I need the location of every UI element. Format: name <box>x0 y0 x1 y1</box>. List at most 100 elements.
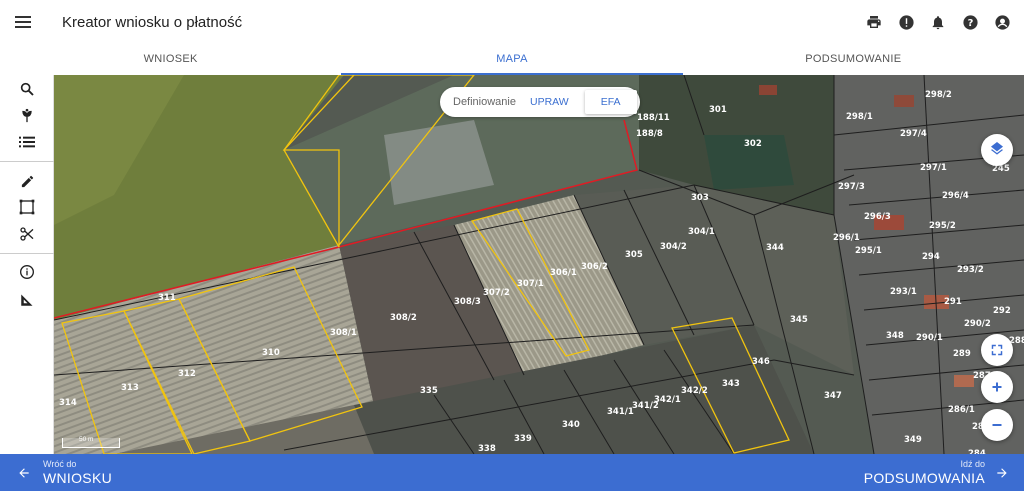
prev-step-button[interactable]: Wróć do WNIOSKU <box>0 454 112 491</box>
list-icon <box>19 136 35 148</box>
parcel-label-295-1: 295/1 <box>855 246 882 256</box>
layers-icon <box>991 142 1003 155</box>
parcel-label-310: 310 <box>262 348 280 358</box>
cut-tool[interactable] <box>13 222 41 246</box>
parcel-label-294: 294 <box>922 252 940 262</box>
mode-selector-label: Definiowanie <box>453 96 516 108</box>
parcel-label-314: 314 <box>59 398 77 408</box>
search-icon <box>20 82 34 96</box>
list-tool[interactable] <box>13 130 41 154</box>
toolbar-divider <box>0 161 54 162</box>
parcel-label-308-3: 308/3 <box>454 297 481 307</box>
parcel-label-297-4: 297/4 <box>900 129 927 139</box>
alert-circle-icon <box>898 14 914 30</box>
page-title: Kreator wniosku o płatność <box>62 13 243 31</box>
header-actions: ? <box>858 0 1018 44</box>
parcel-label-188-11: 188/11 <box>637 113 670 123</box>
fullscreen-icon <box>991 344 1003 356</box>
plant-icon <box>22 108 32 122</box>
parcel-label-311: 311 <box>158 293 176 303</box>
parcel-label-290-2: 290/2 <box>964 319 991 329</box>
parcel-label-342-1: 342/1 <box>654 395 681 405</box>
scissors-icon <box>20 227 34 241</box>
parcel-label-292: 292 <box>993 306 1011 316</box>
mode-upraw-button[interactable]: UPRAW <box>530 96 569 108</box>
parcel-label-305: 305 <box>625 250 643 260</box>
plus-icon <box>992 382 1002 392</box>
parcel-label-297-3: 297/3 <box>838 182 865 192</box>
parcel-label-301: 301 <box>709 105 727 115</box>
map-view[interactable]: 298/2 298/1 297/4 297/1 297/3 296/4 296/… <box>54 75 1024 454</box>
crop-tool[interactable] <box>13 103 41 127</box>
select-tool[interactable] <box>13 195 41 219</box>
menu-button[interactable] <box>0 0 48 44</box>
minus-icon <box>992 424 1002 426</box>
parcel-label-347: 347 <box>824 391 842 401</box>
select-rectangle-icon <box>19 199 35 215</box>
account-icon <box>994 14 1010 30</box>
parcel-label-304-2: 304/2 <box>660 242 687 252</box>
mode-efa-button[interactable]: EFA <box>584 90 637 114</box>
parcel-label-341-1: 341/1 <box>607 407 634 417</box>
parcel-label-302: 302 <box>744 139 762 149</box>
parcel-label-308-2: 308/2 <box>390 313 417 323</box>
parcel-label-345: 345 <box>790 315 808 325</box>
toolbar-divider <box>0 253 54 254</box>
parcel-label-339: 339 <box>514 434 532 444</box>
parcel-label-188-8: 188/8 <box>636 129 663 139</box>
alerts-button[interactable] <box>890 6 922 38</box>
parcel-label-298-2: 298/2 <box>925 90 952 100</box>
notifications-button[interactable] <box>922 6 954 38</box>
parcel-label-349: 349 <box>904 435 922 445</box>
arrow-left-icon <box>19 467 29 478</box>
mode-selector: Definiowanie UPRAW EFA <box>440 87 640 117</box>
parcel-label-340: 340 <box>562 420 580 430</box>
parcel-label-295-2: 295/2 <box>929 221 956 231</box>
search-tool[interactable] <box>13 77 41 101</box>
measure-tool[interactable] <box>13 287 41 311</box>
parcel-label-348: 348 <box>886 331 904 341</box>
next-step-label: PODSUMOWANIA <box>863 470 985 486</box>
print-button[interactable] <box>858 6 890 38</box>
pencil-icon <box>21 175 33 187</box>
parcel-label-313: 313 <box>121 383 139 393</box>
app-header: Kreator wniosku o płatność ? <box>0 0 1024 44</box>
help-icon: ? <box>962 14 978 30</box>
parcel-label-296-4: 296/4 <box>942 191 969 201</box>
tab-mapa[interactable]: MAPA <box>341 44 683 75</box>
parcel-label-293-1: 293/1 <box>890 287 917 297</box>
tab-podsumowanie[interactable]: PODSUMOWANIE <box>683 44 1024 75</box>
parcel-label-296-1: 296/1 <box>833 233 860 243</box>
map-toolbar <box>0 75 54 454</box>
parcel-label-306-1: 306/1 <box>550 268 577 278</box>
parcel-label-338: 338 <box>478 444 496 454</box>
parcel-label-290-1: 290/1 <box>916 333 943 343</box>
arrow-right-icon <box>997 467 1007 478</box>
fullscreen-button[interactable] <box>981 334 1013 366</box>
tab-wniosek[interactable]: WNIOSEK <box>0 44 341 75</box>
parcel-label-335: 335 <box>420 386 438 396</box>
info-tool[interactable] <box>13 260 41 284</box>
prev-step-label: WNIOSKU <box>43 470 112 486</box>
account-button[interactable] <box>986 6 1018 38</box>
wizard-tabs: WNIOSEK MAPA PODSUMOWANIE <box>0 44 1024 75</box>
svg-text:?: ? <box>967 18 973 29</box>
help-button[interactable]: ? <box>954 6 986 38</box>
parcel-label-342-2: 342/2 <box>681 386 708 396</box>
parcel-label-293-2: 293/2 <box>957 265 984 275</box>
parcel-label-343: 343 <box>722 379 740 389</box>
next-step-button[interactable]: Idź do PODSUMOWANIA <box>864 454 1024 491</box>
zoom-in-button[interactable] <box>981 371 1013 403</box>
zoom-out-button[interactable] <box>981 409 1013 441</box>
orthophoto-map[interactable]: 298/2 298/1 297/4 297/1 297/3 296/4 296/… <box>54 75 1024 454</box>
parcel-label-306-2: 306/2 <box>581 262 608 272</box>
parcel-label-297-1: 297/1 <box>920 163 947 173</box>
parcel-label-303: 303 <box>691 193 709 203</box>
layers-button[interactable] <box>981 134 1013 166</box>
parcel-label-346: 346 <box>752 357 770 367</box>
menu-icon <box>15 16 31 28</box>
scale-bar: 50 m <box>62 436 120 448</box>
draw-tool[interactable] <box>13 169 41 193</box>
parcel-label-296-3: 296/3 <box>864 212 891 222</box>
measure-icon <box>20 294 32 306</box>
